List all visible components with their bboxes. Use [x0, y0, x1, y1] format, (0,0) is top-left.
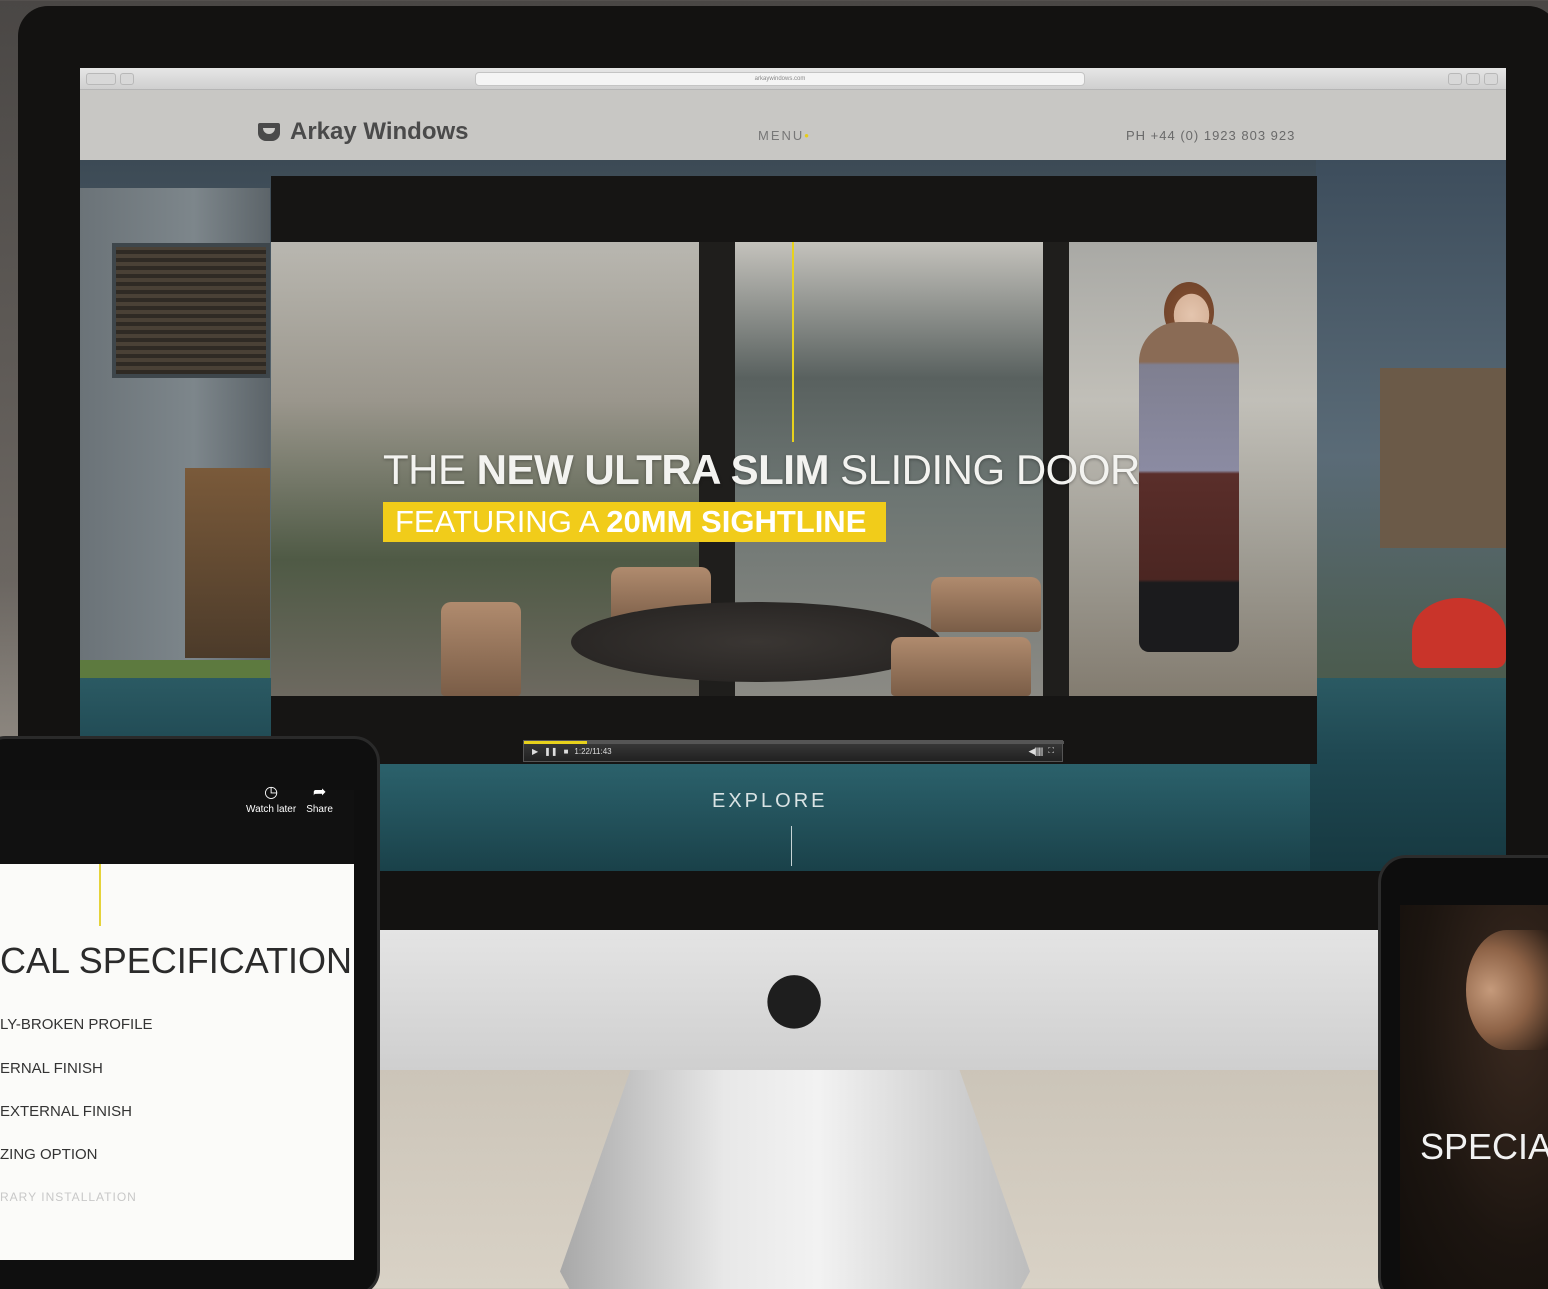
- headline-bold: NEW ULTRA SLIM: [476, 446, 830, 493]
- fullscreen-icon[interactable]: ⛶: [1048, 746, 1054, 756]
- video-time: 1:22/11:43: [574, 746, 612, 756]
- pause-icon[interactable]: ❚❚: [544, 747, 557, 756]
- accent-line: [99, 864, 101, 926]
- accent-line: [792, 242, 794, 442]
- video-overlay-actions: ◷ Watch later ➦ Share: [246, 782, 333, 816]
- back-forward-button[interactable]: [86, 73, 116, 85]
- spec-item[interactable]: RARY INSTALLATION: [0, 1190, 137, 1204]
- explore-link[interactable]: EXPLORE: [712, 790, 827, 813]
- play-icon[interactable]: ▶: [532, 747, 538, 756]
- spec-item[interactable]: ERNAL FINISH: [0, 1060, 103, 1077]
- hero-headline: THE NEW ULTRA SLIM SLIDING DOOR: [383, 446, 1140, 494]
- stop-icon[interactable]: ■: [564, 747, 569, 756]
- background-slide: [1412, 598, 1506, 668]
- chair: [441, 602, 521, 696]
- menu-label: MENU: [758, 128, 805, 143]
- dining-table: [571, 602, 941, 682]
- background-window: [112, 243, 270, 378]
- specification-title: CAL SPECIFICATION: [0, 940, 353, 981]
- video-controls: ▶ ❚❚ ■ 1:22/11:43 ◀|||||| ⛶: [523, 740, 1064, 762]
- menu-dot-icon: •: [804, 128, 811, 143]
- share-icon: ➦: [312, 782, 327, 801]
- address-bar[interactable]: arkaywindows.com: [475, 72, 1085, 86]
- share-label: Share: [306, 804, 333, 815]
- spec-item[interactable]: EXTERNAL FINISH: [0, 1103, 132, 1120]
- menu-button[interactable]: MENU•: [758, 128, 811, 143]
- reload-button[interactable]: [1466, 73, 1480, 85]
- background-house: [1380, 368, 1506, 548]
- progress-track[interactable]: [524, 741, 1064, 744]
- site-header: Arkay Windows MENU• PH +44 (0) 1923 803 …: [80, 90, 1506, 160]
- portrait-photo: [1466, 930, 1548, 1050]
- subheadline-bold: 20MM SIGHTLINE: [606, 504, 867, 539]
- spec-item[interactable]: LY-BROKEN PROFILE: [0, 1016, 153, 1033]
- volume-icon[interactable]: ◀||||||: [1028, 746, 1043, 757]
- sidebar-toggle-button[interactable]: [120, 73, 134, 85]
- logo-icon: [258, 123, 280, 141]
- watch-later-label: Watch later: [246, 804, 297, 815]
- site-logo[interactable]: Arkay Windows: [258, 118, 469, 146]
- clock-icon: ◷: [264, 782, 279, 801]
- phone-number[interactable]: PH +44 (0) 1923 803 923: [1126, 128, 1295, 143]
- chair: [931, 577, 1041, 632]
- hero-subheadline: FEATURING A 20MM SIGHTLINE: [383, 502, 887, 542]
- subheadline-prefix: FEATURING A: [395, 504, 607, 539]
- browser-toolbar: arkaywindows.com: [80, 68, 1506, 90]
- video-player[interactable]: THE NEW ULTRA SLIM SLIDING DOOR FEATURIN…: [271, 176, 1317, 764]
- spec-item[interactable]: ZING OPTION: [0, 1146, 98, 1163]
- person-figure: [1139, 322, 1239, 652]
- headline-prefix: THE: [383, 446, 477, 493]
- chair: [891, 637, 1031, 696]
- apple-logo-icon: ●: [763, 955, 825, 1037]
- share-button[interactable]: ➦ Share: [306, 782, 333, 816]
- logo-text: Arkay Windows: [290, 118, 469, 145]
- share-button[interactable]: [1448, 73, 1462, 85]
- tabs-button[interactable]: [1484, 73, 1498, 85]
- headline-suffix: SLIDING DOOR: [828, 446, 1140, 493]
- background-door: [185, 468, 270, 658]
- progress-fill: [524, 741, 588, 744]
- watch-later-button[interactable]: ◷ Watch later: [246, 782, 297, 816]
- imac-stand: [560, 1070, 1030, 1289]
- tablet-right-heading: SPECIA: [1420, 1126, 1548, 1167]
- explore-line: [791, 826, 792, 866]
- background-lawn: [80, 660, 270, 678]
